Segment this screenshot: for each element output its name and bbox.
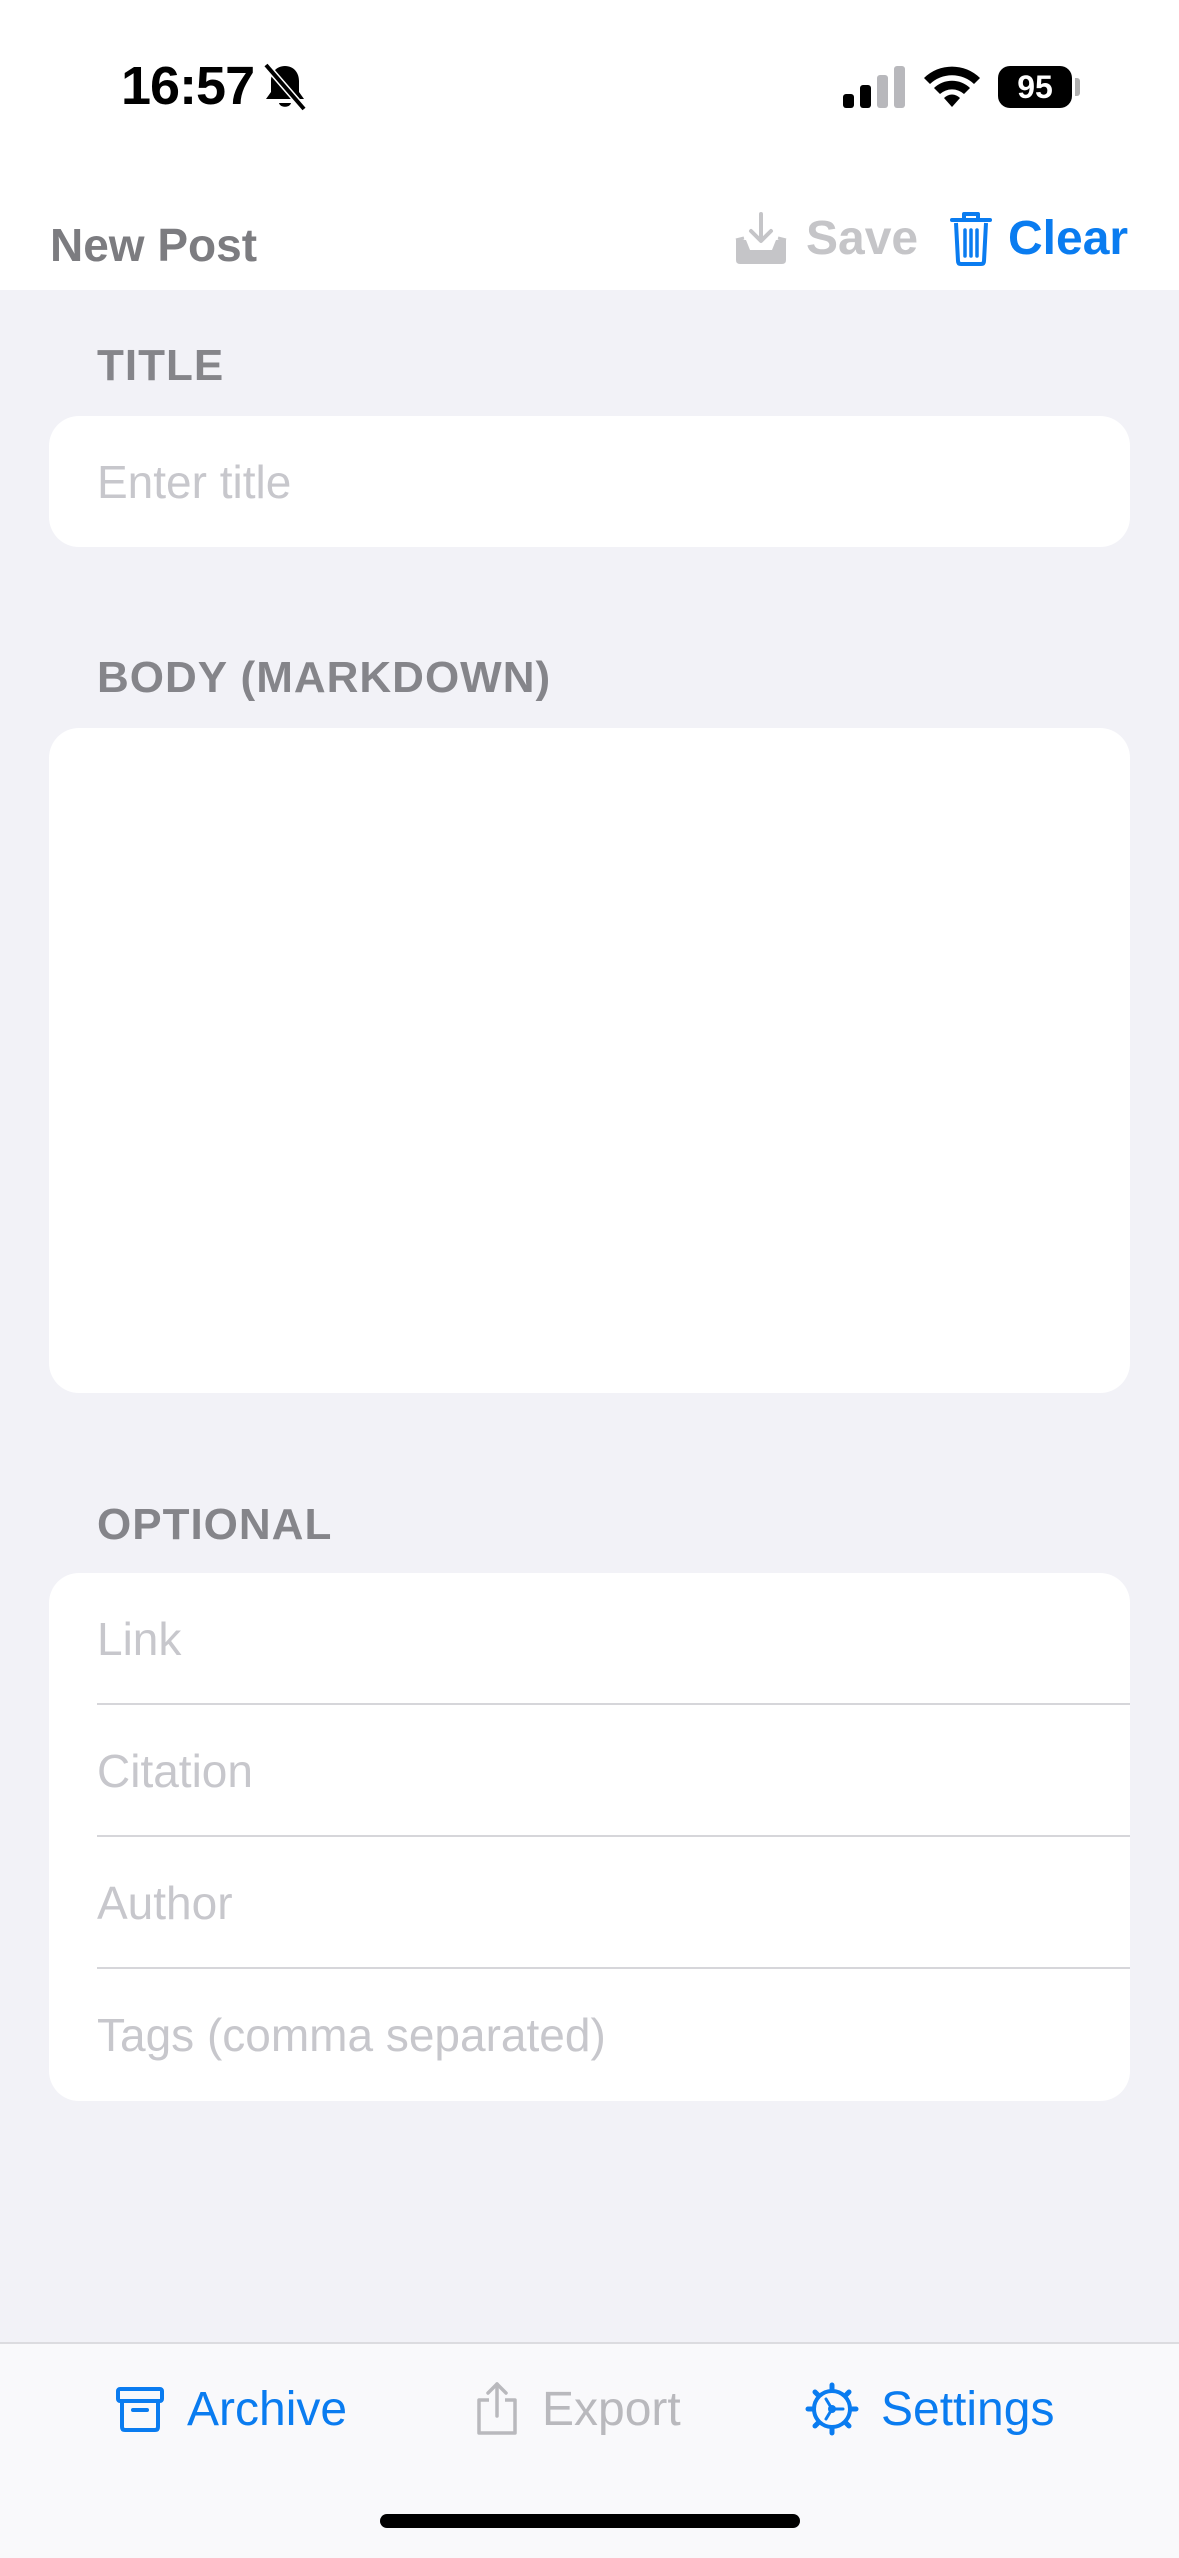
archive-button[interactable]: Archive — [115, 2374, 347, 2444]
section-label-title: TITLE — [97, 341, 225, 390]
settings-label: Settings — [881, 2382, 1055, 2436]
bell-slash-icon — [263, 62, 307, 112]
save-label: Save — [806, 211, 919, 265]
gear-icon — [805, 2382, 859, 2436]
author-input[interactable]: Author — [49, 1837, 1130, 1969]
share-icon — [477, 2382, 517, 2435]
export-label: Export — [542, 2382, 681, 2436]
section-label-optional: OPTIONAL — [97, 1500, 333, 1549]
archive-label: Archive — [187, 2382, 348, 2436]
title-card: Enter title — [49, 416, 1130, 547]
tags-input[interactable]: Tags (comma separated) — [49, 1969, 1130, 2101]
archive-box-icon — [116, 2387, 164, 2432]
wifi-icon — [924, 66, 980, 107]
export-button[interactable]: Export — [474, 2374, 681, 2444]
battery-indicator: 95 — [998, 66, 1072, 108]
page-title: New Post — [50, 219, 258, 271]
status-bar: 16:57 95 — [0, 0, 1179, 175]
navigation-bar: New Post Save Clear — [0, 175, 1179, 290]
settings-button[interactable]: Settings — [805, 2374, 1054, 2444]
battery-tip — [1075, 78, 1080, 96]
title-input[interactable]: Enter title — [49, 416, 1130, 547]
status-time: 16:57 — [121, 56, 255, 116]
optional-fields-card: Link Citation Author Tags (comma separat… — [49, 1573, 1130, 2101]
save-button[interactable]: Save — [732, 208, 918, 268]
home-indicator — [380, 2514, 800, 2528]
cellular-signal-icon — [843, 66, 905, 108]
citation-input[interactable]: Citation — [49, 1705, 1130, 1837]
body-textarea[interactable] — [49, 728, 1130, 1393]
section-label-body: BODY (MARKDOWN) — [97, 653, 552, 702]
clear-button[interactable]: Clear — [948, 208, 1128, 268]
clear-label: Clear — [1008, 211, 1129, 265]
link-input[interactable]: Link — [49, 1573, 1130, 1705]
tray-download-icon — [735, 212, 787, 264]
trash-icon — [950, 212, 992, 266]
